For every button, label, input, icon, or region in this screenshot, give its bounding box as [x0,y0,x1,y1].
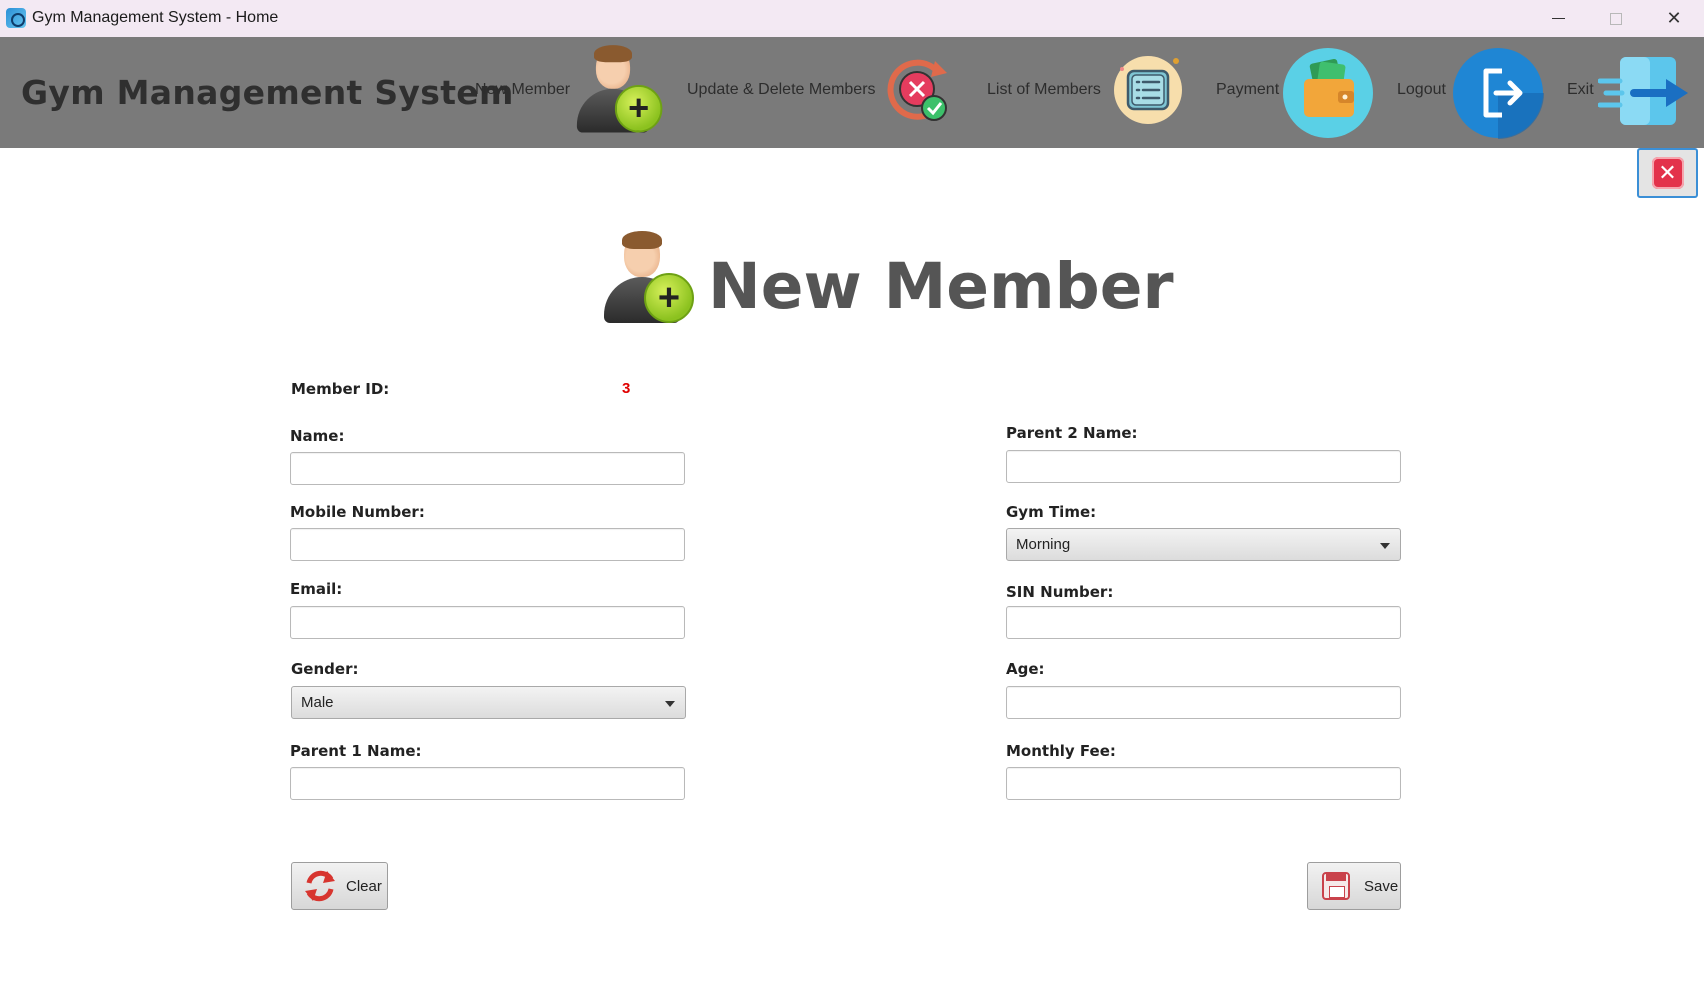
chevron-down-icon [1380,543,1390,549]
exit-icon [1598,57,1688,125]
parent-2-name-input[interactable] [1006,450,1401,483]
mobile-number-input[interactable] [290,528,685,561]
sin-number-input[interactable] [1006,606,1401,639]
refresh-icon [305,870,335,902]
mobile-number-label: Mobile Number: [290,503,425,521]
window-close-button[interactable]: ✕ [1645,0,1703,37]
nav-payment-label: Payment [1216,81,1280,98]
window-titlebar: Gym Management System - Home ✕ [0,0,1704,37]
list-icon [1114,56,1182,124]
member-id-label: Member ID: [291,380,390,398]
age-input[interactable] [1006,686,1401,719]
gender-label: Gender: [291,660,359,678]
nav-new-member-label: New Member [475,81,571,98]
app-icon [6,8,26,28]
parent-2-name-label: Parent 2 Name: [1006,424,1138,442]
save-button-label: Save [1364,877,1399,895]
wallet-icon [1283,48,1373,138]
gender-select-value: Male [301,694,334,711]
update-delete-icon [887,59,947,121]
name-input[interactable] [290,452,685,485]
nav-update-delete-label: Update & Delete Members [687,81,876,98]
gym-time-label: Gym Time: [1006,503,1097,521]
window-title: Gym Management System - Home [32,9,279,26]
close-panel-button[interactable]: ✕ [1637,148,1698,198]
gender-select[interactable]: Male [291,686,686,719]
add-user-icon: + [575,45,663,134]
new-member-icon: + [602,231,694,325]
page-title: New Member [708,250,1174,323]
app-brand: Gym Management System [21,73,514,112]
save-icon [1322,872,1350,900]
logout-icon [1453,48,1544,139]
nav-logout-label: Logout [1397,81,1446,98]
name-label: Name: [290,427,345,445]
maximize-button[interactable] [1587,0,1645,37]
minimize-icon [1551,18,1565,19]
parent-1-name-input[interactable] [290,767,685,800]
save-button[interactable]: Save [1307,862,1401,910]
gym-time-select[interactable]: Morning [1006,528,1401,561]
nav-list-label: List of Members [987,81,1101,98]
minimize-button[interactable] [1529,0,1587,37]
clear-button-label: Clear [346,877,382,895]
nav-exit-label: Exit [1567,81,1594,98]
age-label: Age: [1006,660,1045,678]
clear-button[interactable]: Clear [291,862,388,910]
close-icon: ✕ [1651,157,1684,189]
monthly-fee-input[interactable] [1006,767,1401,800]
email-input[interactable] [290,606,685,639]
header-toolbar: Gym Management System New Member + Updat… [0,37,1704,148]
gym-time-select-value: Morning [1016,536,1071,553]
close-icon: ✕ [1666,8,1682,28]
chevron-down-icon [665,701,675,707]
email-label: Email: [290,580,343,598]
member-id-value: 3 [622,380,631,397]
sin-number-label: SIN Number: [1006,583,1114,601]
monthly-fee-label: Monthly Fee: [1006,742,1116,760]
maximize-icon [1610,12,1622,25]
parent-1-name-label: Parent 1 Name: [290,742,422,760]
